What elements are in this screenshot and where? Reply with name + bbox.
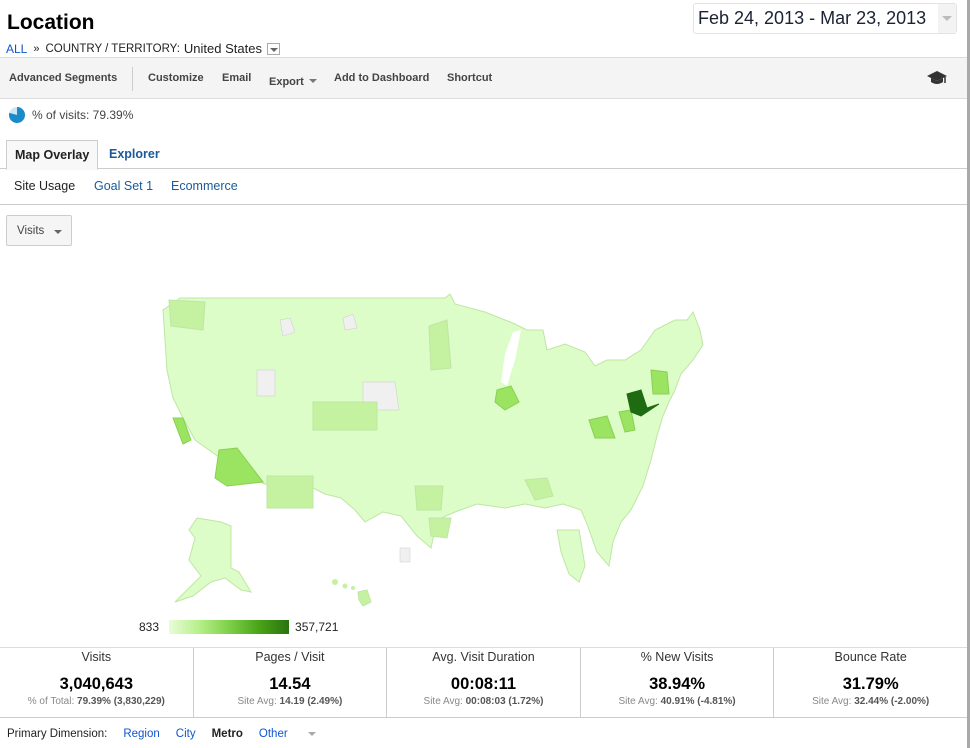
map-region-phoenix[interactable] <box>266 475 314 509</box>
caret-down-icon <box>54 230 62 234</box>
metric-comparison: Site Avg: 00:08:03 (1.72%) <box>387 696 580 707</box>
shortcut-button[interactable]: Shortcut <box>447 72 492 84</box>
map-region-denver[interactable] <box>312 401 378 431</box>
map-region-no-data <box>256 369 276 397</box>
metric-comparison-value: 40.91% <box>660 696 695 707</box>
metric-comparison-prefix: Site Avg: <box>423 696 466 707</box>
toolbar-divider <box>132 67 133 91</box>
dimension-other-dropdown[interactable]: Other <box>259 728 332 740</box>
us-metro-map[interactable] <box>155 290 715 615</box>
map-region-florida[interactable] <box>556 529 586 583</box>
graduation-cap-icon[interactable] <box>926 69 948 87</box>
metric-label: Pages / Visit <box>255 650 325 664</box>
map-region-houston[interactable] <box>428 517 452 539</box>
subtab-ecommerce[interactable]: Ecommerce <box>171 179 238 193</box>
subtab-site-usage[interactable]: Site Usage <box>14 179 75 193</box>
metric-comparison-suffix: (1.72%) <box>505 696 544 707</box>
caret-down-icon <box>308 78 317 83</box>
metric-card: Pages / Visit 14.54 Site Avg: 14.19 (2.49%… <box>194 648 388 717</box>
breadcrumb-dimension: COUNTRY / TERRITORY: <box>45 42 180 55</box>
advanced-segments-button[interactable]: Advanced Segments <box>9 72 117 84</box>
metric-comparison-value: 79.39% (3,830,229) <box>77 696 165 707</box>
map-region-hawaii-island <box>342 583 348 589</box>
map-region-minneapolis[interactable] <box>428 319 452 371</box>
legend-color-scale <box>169 620 290 634</box>
metric-card: Visits 3,040,643 % of Total: 79.39% (3,830… <box>0 648 194 717</box>
metric-comparison: Site Avg: 40.91% (-4.81%) <box>581 696 774 707</box>
metric-card: % New Visits 38.94% Site Avg: 40.91% (-4.8… <box>581 648 775 717</box>
metric-value: 3,040,643 <box>59 675 133 693</box>
metric-group-tabs: Site Usage Goal Set 1 Ecommerce <box>0 169 967 205</box>
primary-dimension-bar: Primary Dimension: Region City Metro Oth… <box>7 728 348 740</box>
metric-label: Visits <box>81 650 112 664</box>
country-dropdown-button[interactable] <box>266 42 280 55</box>
breadcrumb-all-link[interactable]: ALL <box>6 42 27 56</box>
metric-comparison: Site Avg: 32.44% (-2.00%) <box>774 696 967 707</box>
metric-label: Avg. Visit Duration <box>432 650 535 664</box>
report-toolbar: Advanced Segments Customize Email Export… <box>0 57 967 99</box>
customize-button[interactable]: Customize <box>148 72 204 84</box>
metric-comparison-value: 32.44% <box>854 696 889 707</box>
metric-card: Avg. Visit Duration 00:08:11 Site Avg: 00:… <box>387 648 581 717</box>
metric-comparison-value: 14.19 <box>279 696 305 707</box>
caret-down-icon <box>307 731 316 736</box>
map-region-no-data <box>399 547 411 563</box>
metric-comparison-suffix: (-2.00%) <box>888 696 930 707</box>
map-legend: 833 357,721 <box>139 620 338 634</box>
summary-metrics: Visits 3,040,643 % of Total: 79.39% (3,830… <box>0 647 967 718</box>
segment-summary: % of visits: 79.39% <box>8 106 133 124</box>
email-button[interactable]: Email <box>222 72 251 84</box>
metric-label: % New Visits <box>640 650 714 664</box>
dimension-metro-current: Metro <box>211 728 243 740</box>
export-button[interactable]: Export <box>269 72 317 90</box>
chevron-down-icon[interactable] <box>938 4 956 33</box>
legend-min: 833 <box>139 620 160 634</box>
breadcrumb-value: United States <box>183 41 262 56</box>
metric-comparison: Site Avg: 14.19 (2.49%) <box>194 696 387 707</box>
metric-value: 38.94% <box>649 675 706 693</box>
segment-percent-text: % of visits: 79.39% <box>32 108 134 122</box>
metric-label: Bounce Rate <box>834 650 907 664</box>
add-to-dashboard-button[interactable]: Add to Dashboard <box>334 72 429 84</box>
metric-selector-dropdown[interactable]: Visits <box>6 215 72 246</box>
metric-value: 31.79% <box>842 675 899 693</box>
dimension-other-label: Other <box>258 728 288 740</box>
metric-comparison-suffix: (2.49%) <box>304 696 343 707</box>
map-region-hawaii-island <box>332 579 338 585</box>
dimension-city-link[interactable]: City <box>176 728 196 740</box>
map-region-alaska[interactable] <box>174 517 253 603</box>
metric-comparison: % of Total: 79.39% (3,830,229) <box>0 696 193 707</box>
metric-comparison-prefix: Site Avg: <box>237 696 280 707</box>
tab-explorer[interactable]: Explorer <box>101 140 168 169</box>
map-region-seattle[interactable] <box>168 299 206 331</box>
tab-map-overlay[interactable]: Map Overlay <box>6 140 99 170</box>
legend-max: 357,721 <box>295 620 339 634</box>
subtab-goal-set-1[interactable]: Goal Set 1 <box>94 179 153 193</box>
primary-dimension-label: Primary Dimension: <box>7 728 108 740</box>
metric-selector-value: Visits <box>17 225 45 237</box>
export-label: Export <box>269 76 304 88</box>
page-title: Location <box>7 11 95 34</box>
metric-comparison-suffix: (-4.81%) <box>694 696 736 707</box>
dimension-region-link[interactable]: Region <box>123 728 159 740</box>
map-region-dallas[interactable] <box>414 485 444 511</box>
map-region-boston[interactable] <box>650 369 670 395</box>
breadcrumb: ALL » COUNTRY / TERRITORY: United States <box>6 41 280 56</box>
map-region-hawaii-island <box>351 586 355 590</box>
metric-comparison-prefix: Site Avg: <box>618 696 661 707</box>
metric-comparison-value: 00:08:03 <box>465 696 506 707</box>
metric-comparison-prefix: % of Total: <box>27 696 78 707</box>
date-range-text: Feb 24, 2013 - Mar 23, 2013 <box>698 8 927 28</box>
view-tabs: Map Overlay Explorer <box>0 140 967 170</box>
breadcrumb-separator: » <box>33 42 40 55</box>
metric-card: Bounce Rate 31.79% Site Avg: 32.44% (-2.00… <box>774 648 967 717</box>
metric-value: 14.54 <box>269 675 311 693</box>
date-range-picker[interactable]: Feb 24, 2013 - Mar 23, 2013 <box>693 3 957 34</box>
map-region-hawaii[interactable] <box>357 589 372 607</box>
pie-chart-icon <box>9 107 25 123</box>
metric-comparison-prefix: Site Avg: <box>812 696 855 707</box>
metric-value: 00:08:11 <box>450 675 517 693</box>
